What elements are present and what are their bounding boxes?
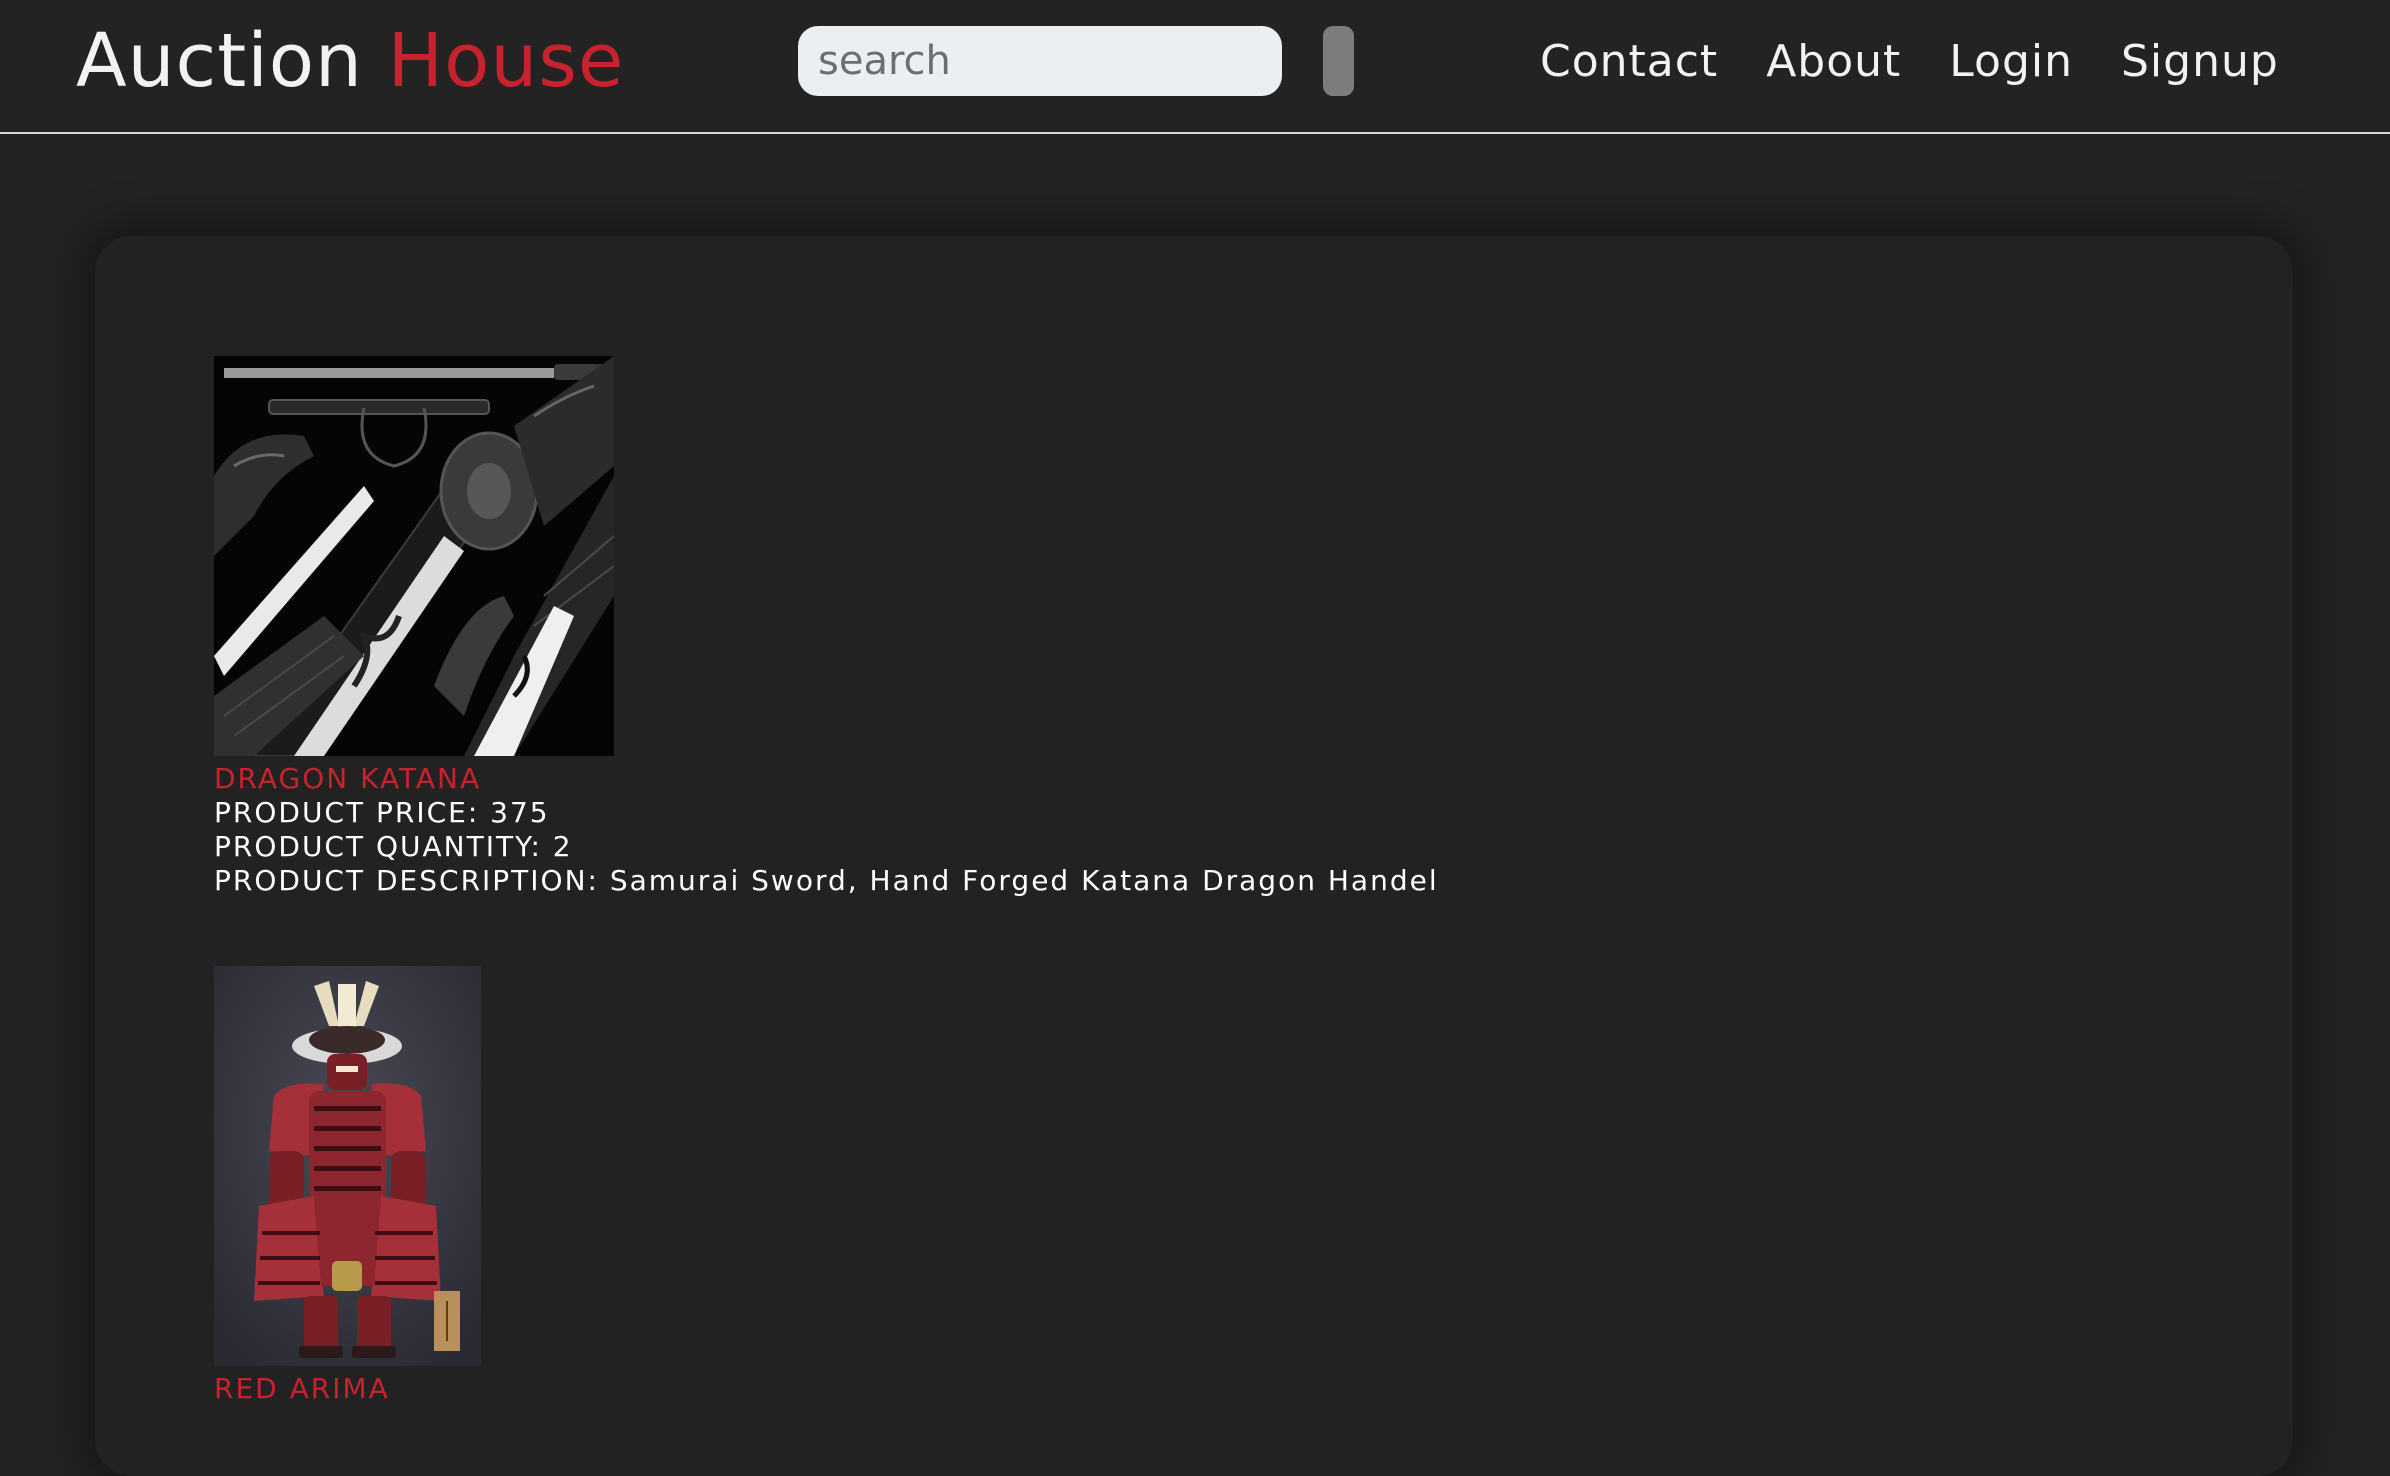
nav-contact-link[interactable]: Contact (1540, 34, 1718, 90)
brand-word-auction: Auction (76, 18, 363, 104)
product-item: DRAGON KATANA PRODUCT PRICE: 375 PRODUCT… (214, 356, 1439, 898)
navbar: Auction House Contact About Login Signup (0, 0, 2390, 134)
product-name[interactable]: DRAGON KATANA (214, 762, 1439, 796)
product-list-card: DRAGON KATANA PRODUCT PRICE: 375 PRODUCT… (95, 236, 2293, 1476)
nav-about-link[interactable]: About (1766, 34, 1901, 90)
product-quantity: PRODUCT QUANTITY: 2 (214, 830, 573, 863)
nav-signup-link[interactable]: Signup (2121, 34, 2279, 90)
product-item: RED ARIMA (214, 966, 481, 1406)
brand-logo[interactable]: Auction House (76, 18, 624, 104)
nav-login-link[interactable]: Login (1949, 34, 2073, 90)
nav-links: Contact About Login Signup (1540, 34, 2279, 90)
search-input[interactable] (798, 26, 1282, 96)
search-button[interactable] (1323, 26, 1354, 96)
product-image-dragon-katana[interactable] (214, 356, 614, 756)
product-image-red-arima[interactable] (214, 966, 481, 1366)
product-description: PRODUCT DESCRIPTION: Samurai Sword, Hand… (214, 864, 1439, 897)
product-price: PRODUCT PRICE: 375 (214, 796, 550, 829)
product-name[interactable]: RED ARIMA (214, 1372, 481, 1406)
brand-word-house: House (387, 18, 625, 104)
